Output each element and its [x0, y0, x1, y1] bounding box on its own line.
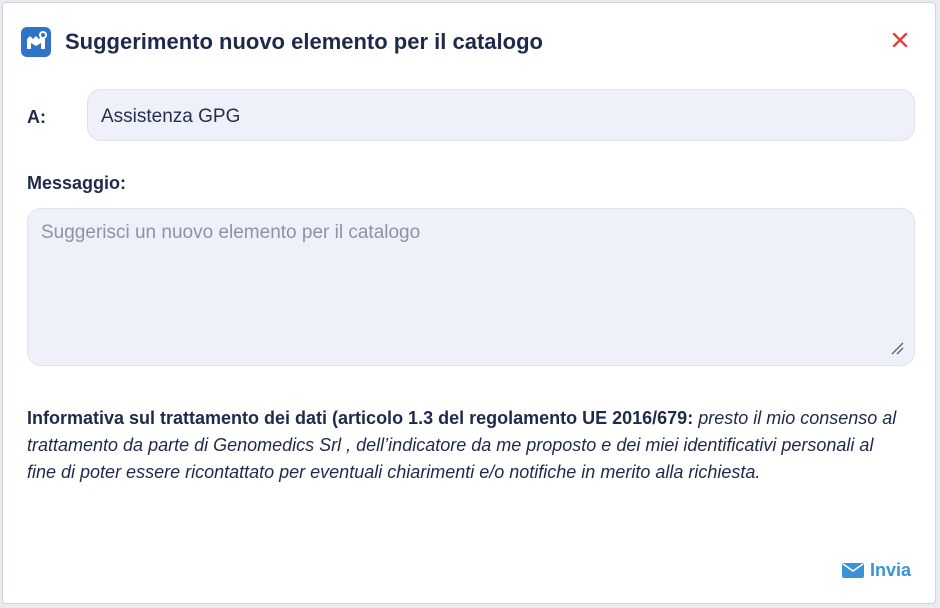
suggestion-dialog: Suggerimento nuovo elemento per il catal…: [2, 2, 936, 604]
message-textarea[interactable]: Suggerisci un nuovo elemento per il cata…: [27, 208, 915, 366]
envelope-icon: [841, 563, 864, 578]
send-button[interactable]: Invia: [841, 557, 911, 583]
dialog-header: Suggerimento nuovo elemento per il catal…: [21, 25, 917, 59]
recipient-row: A: Assistenza GPG: [27, 89, 915, 143]
send-label: Invia: [869, 559, 911, 580]
privacy-notice: Informativa sul trattamento dei dati (ar…: [27, 405, 907, 486]
dialog-title: Suggerimento nuovo elemento per il catal…: [65, 29, 543, 54]
message-placeholder: Suggerisci un nuovo elemento per il cata…: [41, 222, 421, 243]
app-logo-icon: [21, 27, 51, 57]
close-icon[interactable]: [887, 27, 913, 53]
recipient-value: Assistenza GPG: [101, 106, 241, 127]
resize-handle-icon[interactable]: [890, 341, 904, 355]
privacy-title: Informativa sul trattamento dei dati (ar…: [27, 408, 694, 428]
message-label: Messaggio:: [27, 173, 127, 193]
close-button[interactable]: [887, 27, 913, 53]
recipient-field[interactable]: Assistenza GPG: [87, 89, 915, 141]
recipient-label: A:: [27, 107, 46, 127]
